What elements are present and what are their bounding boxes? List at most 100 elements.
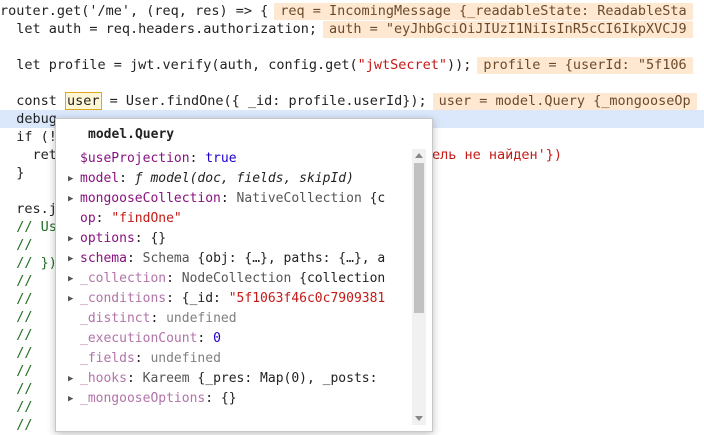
- comment-text: // }): [0, 255, 57, 271]
- property-value: undefined: [150, 351, 221, 366]
- property-value: Schema {obj: {…}, paths: {…}, a: [142, 251, 386, 266]
- property-key: _distinct: [80, 311, 151, 326]
- code-line-2[interactable]: let auth = req.headers.authorization; aut…: [0, 20, 704, 38]
- variable-inspector-popover[interactable]: model.Query $useProjection: true ▶ model: …: [55, 118, 433, 432]
- separator: :: [197, 331, 214, 346]
- code-text: = User.findOne({ _id: profile.userId});: [101, 93, 427, 109]
- popover-scrollbar[interactable]: [412, 149, 426, 425]
- expand-triangle-icon[interactable]: ▶: [68, 169, 73, 189]
- property-key: schema: [80, 251, 127, 266]
- property-value: NativeCollection {c: [236, 191, 386, 206]
- property-row[interactable]: $useProjection: true: [66, 149, 410, 169]
- code-text: debug: [0, 111, 57, 127]
- property-list[interactable]: $useProjection: true ▶ model: ƒ model(doc,…: [66, 149, 410, 409]
- expand-triangle-icon[interactable]: ▶: [68, 189, 73, 209]
- comment-text: //: [0, 273, 33, 289]
- property-key: _collection: [80, 271, 167, 286]
- property-value: undefined: [166, 311, 237, 326]
- code-line-3[interactable]: [0, 38, 704, 56]
- property-row[interactable]: ▶ options: {}: [66, 229, 410, 249]
- property-key: mongooseCollection: [80, 191, 221, 206]
- separator: :: [166, 271, 182, 286]
- property-row[interactable]: _distinct: undefined: [66, 309, 410, 329]
- expand-triangle-icon[interactable]: ▶: [68, 249, 73, 269]
- scrollbar-thumb[interactable]: [414, 163, 424, 313]
- property-key: op: [80, 211, 96, 226]
- comment-text: //: [0, 327, 33, 343]
- separator: :: [205, 391, 221, 406]
- property-value: true: [205, 151, 237, 166]
- property-row[interactable]: ▶ _conditions: {_id: "5f1063f46c0c7909381: [66, 289, 410, 309]
- code-line-1[interactable]: router.get('/me', (req, res) => { req = I…: [0, 2, 704, 20]
- expand-triangle-icon[interactable]: ▶: [68, 289, 73, 309]
- code-line-5[interactable]: [0, 74, 704, 92]
- comment-text: //: [0, 291, 33, 307]
- comment-text: //: [0, 381, 33, 397]
- property-row[interactable]: ▶ _hooks: Kareem {_pres: Map(0), _posts:: [66, 369, 410, 389]
- property-row[interactable]: op: "findOne": [66, 209, 410, 229]
- code-text: ret: [0, 147, 57, 163]
- property-value: {}: [150, 231, 167, 246]
- property-row[interactable]: ▶ _mongooseOptions: {}: [66, 389, 410, 409]
- expand-triangle-icon[interactable]: ▶: [68, 369, 73, 389]
- separator: :: [126, 251, 143, 266]
- property-key: model: [80, 171, 120, 186]
- property-value: {_id: "5f1063f46c0c7909381: [181, 291, 386, 306]
- comment-text: //: [0, 399, 33, 415]
- property-row[interactable]: _executionCount: 0: [66, 329, 410, 349]
- code-line-6[interactable]: const user = User.findOne({ _id: profile…: [0, 92, 704, 110]
- property-row[interactable]: ▶ schema: Schema {obj: {…}, paths: {…}, a: [66, 249, 410, 269]
- separator: :: [95, 211, 112, 226]
- property-value: {}: [220, 391, 237, 406]
- comment-text: //: [0, 363, 33, 379]
- property-value: 0: [213, 331, 221, 346]
- property-value: Kareem {_pres: Map(0), _posts:: [142, 371, 386, 386]
- separator: :: [166, 291, 182, 306]
- scroll-up-arrow-icon[interactable]: [415, 153, 423, 158]
- property-row[interactable]: _fields: undefined: [66, 349, 410, 369]
- inline-value-req[interactable]: req = IncomingMessage {_readableState: R…: [274, 3, 693, 20]
- inline-value-profile[interactable]: profile = {userId: "5f106: [477, 57, 693, 74]
- property-row[interactable]: ▶ _collection: NodeCollection {collection: [66, 269, 410, 289]
- separator: :: [189, 151, 206, 166]
- comment-text: //: [0, 417, 33, 433]
- popover-title: model.Query: [88, 127, 175, 142]
- property-key: _hooks: [80, 371, 127, 386]
- hovered-token-user[interactable]: user: [65, 92, 102, 110]
- expand-triangle-icon[interactable]: ▶: [68, 389, 73, 409]
- expand-triangle-icon[interactable]: ▶: [68, 269, 73, 289]
- string-literal: "jwtSecret": [357, 57, 448, 73]
- property-value: ƒ model(doc, fields, skipId): [134, 171, 354, 186]
- string-tail: ель не найден'}): [432, 147, 563, 163]
- comment-text: //: [0, 309, 33, 325]
- property-row[interactable]: ▶ mongooseCollection: NativeCollection {c: [66, 189, 410, 209]
- code-text: router.get('/me', (req, res) => {: [0, 3, 269, 19]
- code-text: const: [0, 93, 66, 109]
- code-line-4[interactable]: let profile = jwt.verify(auth, config.ge…: [0, 56, 704, 74]
- expand-triangle-icon[interactable]: ▶: [68, 229, 73, 249]
- property-value: NodeCollection {collection: [181, 271, 386, 286]
- inline-value-user[interactable]: user = model.Query {_mongooseOp: [432, 93, 697, 110]
- code-text: }: [0, 165, 25, 181]
- comment-text: //: [0, 237, 33, 253]
- comment-text: //: [0, 345, 33, 361]
- property-value: "findOne": [111, 211, 182, 226]
- code-text: let auth = req.headers.authorization;: [0, 21, 317, 37]
- separator: :: [119, 171, 135, 186]
- property-row[interactable]: ▶ model: ƒ model(doc, fields, skipId): [66, 169, 410, 189]
- property-key: _executionCount: [80, 331, 198, 346]
- property-key: _conditions: [80, 291, 167, 306]
- code-text: ));: [447, 57, 472, 73]
- separator: :: [134, 351, 151, 366]
- separator: :: [134, 231, 151, 246]
- comment-text: // Us: [0, 219, 57, 235]
- code-text: let profile = jwt.verify(auth, config.ge…: [0, 57, 358, 73]
- separator: :: [220, 191, 237, 206]
- property-key: options: [80, 231, 135, 246]
- code-text: if (!: [0, 129, 57, 145]
- property-key: $useProjection: [80, 151, 190, 166]
- property-key: _mongooseOptions: [80, 391, 206, 406]
- inline-value-auth[interactable]: auth = "eyJhbGciOiJIUzI1NiIsInR5cCI6IkpX…: [322, 21, 693, 38]
- code-text: res.j: [0, 201, 57, 217]
- scroll-down-arrow-icon[interactable]: [415, 416, 423, 421]
